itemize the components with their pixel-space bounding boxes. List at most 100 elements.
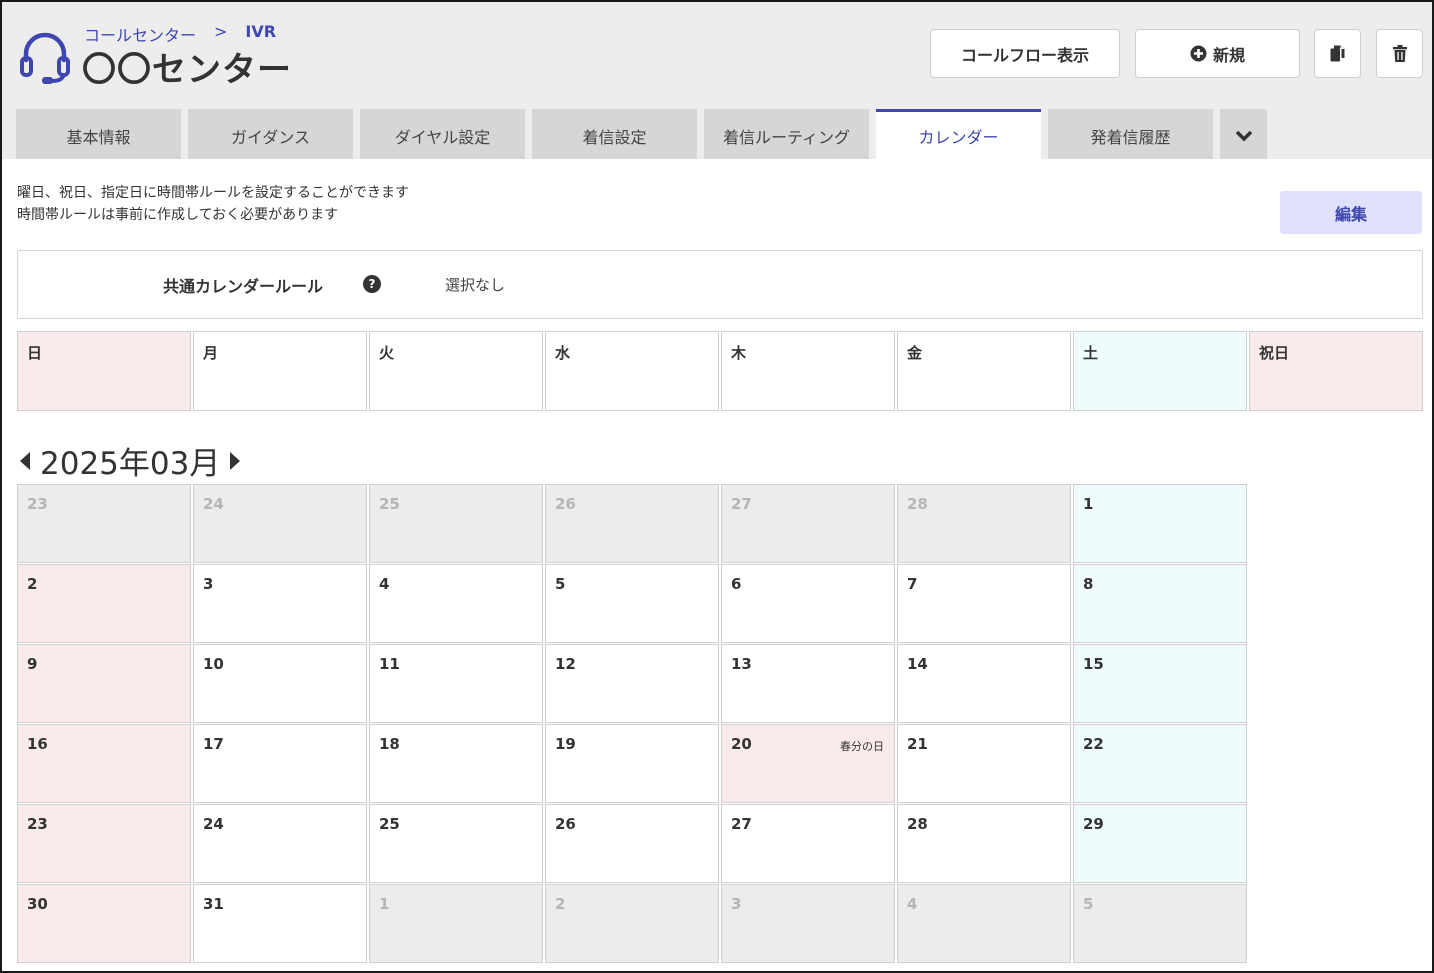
calendar-day-number: 17 xyxy=(203,735,224,753)
weekday-rule-monday[interactable]: 月 xyxy=(193,331,367,411)
headset-icon xyxy=(20,32,70,84)
calendar-day[interactable]: 4 xyxy=(897,884,1071,963)
callflow-view-label: コールフロー表示 xyxy=(960,45,1089,65)
calendar-day[interactable]: 5 xyxy=(1073,884,1247,963)
help-icon[interactable]: ? xyxy=(363,275,381,293)
month-calendar: 23 24 25 26 27 28 1 2 3 4 5 6 7 8 9 10 11 12 13 14 15 16 17 18 1… xyxy=(17,484,1247,963)
tab-incoming-settings[interactable]: 着信設定 xyxy=(532,109,697,159)
calendar-day-number: 25 xyxy=(379,815,400,833)
weekday-rule-tuesday[interactable]: 火 xyxy=(369,331,543,411)
calendar-day-number: 1 xyxy=(1083,495,1094,513)
calendar-day[interactable]: 30 xyxy=(17,884,191,963)
calendar-day[interactable]: 13 xyxy=(721,644,895,723)
calendar-day[interactable]: 27 xyxy=(721,484,895,563)
calendar-day[interactable]: 11 xyxy=(369,644,543,723)
prev-month-icon[interactable] xyxy=(20,451,30,470)
tab-dial-settings[interactable]: ダイヤル設定 xyxy=(360,109,525,159)
calendar-day[interactable]: 12 xyxy=(545,644,719,723)
calendar-day-number: 4 xyxy=(907,895,918,913)
calendar-day[interactable]: 18 xyxy=(369,724,543,803)
tab-more-button[interactable] xyxy=(1220,109,1267,159)
weekday-rule-saturday[interactable]: 土 xyxy=(1073,331,1247,411)
calendar-day-number: 21 xyxy=(907,735,928,753)
holiday-name: 春分の日 xyxy=(840,740,884,753)
calendar-day[interactable]: 9 xyxy=(17,644,191,723)
calendar-day[interactable]: 16 xyxy=(17,724,191,803)
calendar-day[interactable]: 1 xyxy=(369,884,543,963)
calendar-day[interactable]: 17 xyxy=(193,724,367,803)
calendar-day-number: 28 xyxy=(907,815,928,833)
next-month-icon[interactable] xyxy=(230,451,241,470)
calendar-day-number: 30 xyxy=(27,895,48,913)
calendar-day-number: 27 xyxy=(731,815,752,833)
trash-icon xyxy=(1392,45,1407,62)
calendar-day-number: 25 xyxy=(379,495,400,513)
calendar-day-number: 2 xyxy=(555,895,566,913)
callflow-view-button[interactable]: コールフロー表示 xyxy=(930,29,1120,78)
calendar-day[interactable]: 24 xyxy=(193,484,367,563)
calendar-day-number: 23 xyxy=(27,495,48,513)
calendar-day[interactable]: 21 xyxy=(897,724,1071,803)
calendar-day[interactable]: 8 xyxy=(1073,564,1247,643)
calendar-day[interactable]: 3 xyxy=(193,564,367,643)
weekday-rule-sunday[interactable]: 日 xyxy=(17,331,191,411)
tab-calendar[interactable]: カレンダー xyxy=(876,109,1041,159)
calendar-day-number: 27 xyxy=(731,495,752,513)
calendar-day[interactable]: 31 xyxy=(193,884,367,963)
weekday-rule-friday[interactable]: 金 xyxy=(897,331,1071,411)
calendar-day[interactable]: 5 xyxy=(545,564,719,643)
weekday-rule-wednesday[interactable]: 水 xyxy=(545,331,719,411)
weekday-rule-holiday[interactable]: 祝日 xyxy=(1249,331,1423,411)
calendar-day[interactable]: 25 xyxy=(369,484,543,563)
calendar-day[interactable]: 29 xyxy=(1073,804,1247,883)
calendar-day[interactable]: 15 xyxy=(1073,644,1247,723)
calendar-day-number: 16 xyxy=(27,735,48,753)
calendar-day-number: 29 xyxy=(1083,815,1104,833)
copy-button[interactable] xyxy=(1314,29,1361,78)
calendar-day[interactable]: 24 xyxy=(193,804,367,883)
common-calendar-rule-panel: 共通カレンダールール ? 選択なし xyxy=(17,250,1423,319)
common-calendar-rule-value: 選択なし xyxy=(445,276,506,294)
tab-basic-info[interactable]: 基本情報 xyxy=(16,109,181,159)
calendar-day-number: 31 xyxy=(203,895,224,913)
calendar-day[interactable]: 6 xyxy=(721,564,895,643)
tab-guidance[interactable]: ガイダンス xyxy=(188,109,353,159)
calendar-day-number: 10 xyxy=(203,655,224,673)
calendar-day[interactable]: 23 xyxy=(17,484,191,563)
calendar-day[interactable]: 22 xyxy=(1073,724,1247,803)
calendar-day-number: 3 xyxy=(731,895,742,913)
calendar-day[interactable]: 28 xyxy=(897,804,1071,883)
tab-incoming-routing[interactable]: 着信ルーティング xyxy=(704,109,869,159)
calendar-day[interactable]: 14 xyxy=(897,644,1071,723)
new-button[interactable]: 新規 xyxy=(1135,29,1300,78)
calendar-day[interactable]: 25 xyxy=(369,804,543,883)
tab-call-history[interactable]: 発着信履歴 xyxy=(1048,109,1213,159)
calendar-day[interactable]: 4 xyxy=(369,564,543,643)
calendar-day[interactable]: 1 xyxy=(1073,484,1247,563)
calendar-day[interactable]: 2 xyxy=(17,564,191,643)
description-line-1: 曜日、祝日、指定日に時間帯ルールを設定することができます xyxy=(17,185,409,201)
calendar-day[interactable]: 3 xyxy=(721,884,895,963)
calendar-day[interactable]: 20 春分の日 xyxy=(721,724,895,803)
calendar-day-number: 3 xyxy=(203,575,214,593)
calendar-day[interactable]: 2 xyxy=(545,884,719,963)
calendar-day-number: 5 xyxy=(555,575,566,593)
calendar-day[interactable]: 19 xyxy=(545,724,719,803)
calendar-day-number: 4 xyxy=(379,575,390,593)
calendar-day[interactable]: 27 xyxy=(721,804,895,883)
calendar-day-number: 6 xyxy=(731,575,742,593)
delete-button[interactable] xyxy=(1376,29,1423,78)
calendar-day-number: 1 xyxy=(379,895,390,913)
calendar-day[interactable]: 7 xyxy=(897,564,1071,643)
calendar-day[interactable]: 26 xyxy=(545,804,719,883)
calendar-day[interactable]: 26 xyxy=(545,484,719,563)
calendar-day[interactable]: 28 xyxy=(897,484,1071,563)
edit-button[interactable]: 編集 xyxy=(1280,191,1422,234)
calendar-day-number: 24 xyxy=(203,495,224,513)
calendar-day[interactable]: 10 xyxy=(193,644,367,723)
calendar-day[interactable]: 23 xyxy=(17,804,191,883)
calendar-day-number: 24 xyxy=(203,815,224,833)
weekday-rule-thursday[interactable]: 木 xyxy=(721,331,895,411)
month-navigation: 2025年03月 xyxy=(20,438,241,483)
calendar-day-number: 7 xyxy=(907,575,918,593)
